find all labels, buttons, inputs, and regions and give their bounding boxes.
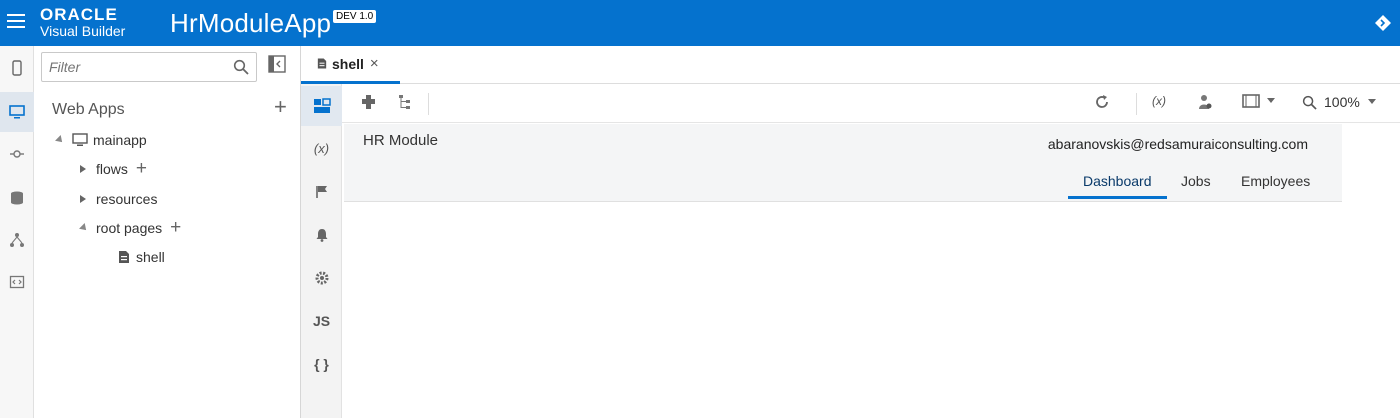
tree-item-mainapp[interactable]: mainapp [55,129,147,151]
close-icon[interactable]: × [370,55,379,72]
page-file-icon [119,251,129,263]
user-roles-icon[interactable] [1198,94,1212,110]
editor-side-toolbar: (x) JS { } [301,84,342,418]
mobile-apps-icon[interactable] [0,48,34,88]
variables-diagnostics-icon[interactable]: (x) [1152,94,1166,108]
tree-item-label: root pages [96,220,163,236]
processes-icon[interactable] [0,220,34,260]
refresh-icon[interactable] [1094,94,1110,110]
source-view-icon[interactable] [0,262,34,302]
chevron-down-icon [1367,99,1376,104]
visual-builder-label: Visual Builder [40,23,126,39]
toolbar-divider [1136,93,1137,115]
designer-toolbar: (x) 100% [342,84,1400,123]
filter-field[interactable] [41,52,257,82]
add-web-app-button[interactable]: + [274,96,287,118]
structure-icon[interactable] [398,94,412,110]
expand-caret-icon[interactable] [80,195,86,203]
tree-item-flows[interactable]: flows + [80,158,147,180]
tree-item-label: flows [96,161,128,177]
tree-item-label: resources [96,191,158,207]
settings-icon[interactable] [301,258,342,298]
screen-size-icon [1242,94,1260,108]
version-badge: DEV 1.0 [333,10,377,23]
selected-tab-indicator [1068,196,1167,199]
web-apps-navigator: Web Apps + mainapp flows + resources roo… [34,46,301,418]
collapse-panel-icon[interactable] [268,55,286,73]
javascript-tool[interactable]: JS [301,301,342,341]
tree-item-label: mainapp [93,132,147,148]
application-title: HrModuleApp [170,8,332,38]
zoom-icon [1302,95,1317,110]
oracle-logo: ORACLE [40,5,118,24]
app-header: ORACLE Visual Builder HrModuleApp DEV 1.… [0,0,1400,46]
section-title: Web Apps [52,101,125,118]
business-objects-icon[interactable] [0,178,34,218]
tree-item-label: shell [136,249,165,265]
preview-app-name: HR Module [363,132,439,149]
tree-item-resources[interactable]: resources [80,188,157,210]
page-designer-icon[interactable] [301,86,342,126]
variables-icon[interactable]: (x) [301,128,342,168]
preview-page-header: HR Module abaranovskis@redsamuraiconsult… [344,124,1342,202]
tab-dashboard[interactable]: Dashboard [1083,173,1152,189]
expand-caret-icon[interactable] [80,165,86,173]
search-icon[interactable] [233,59,249,75]
events-icon[interactable] [301,215,342,255]
tab-shell[interactable]: shell × [301,46,400,84]
design-canvas[interactable]: HR Module abaranovskis@redsamuraiconsult… [342,123,1400,418]
add-flow-button[interactable]: + [136,159,147,178]
tab-label: shell [332,55,364,72]
filter-input[interactable] [42,53,222,81]
json-tool[interactable]: { } [301,344,342,384]
chevron-down-icon [1267,98,1275,103]
monitor-icon [72,133,88,146]
tab-employees[interactable]: Employees [1241,173,1310,189]
tree-item-shell[interactable]: shell [118,246,165,268]
web-apps-icon[interactable] [0,92,34,132]
publish-icon[interactable] [1374,14,1392,32]
editor-tab-bar: shell × [301,46,1400,84]
tree-item-root-pages[interactable]: root pages + [79,217,181,239]
page-file-icon [317,58,327,69]
tab-jobs[interactable]: Jobs [1181,173,1211,189]
expand-caret-icon[interactable] [55,135,65,145]
zoom-selector[interactable]: 100% [1302,94,1377,110]
add-root-page-button[interactable]: + [170,218,181,237]
zoom-level: 100% [1324,94,1360,110]
screen-size-selector[interactable] [1242,94,1276,108]
actions-icon[interactable] [301,172,342,212]
menu-icon[interactable] [7,14,25,30]
expand-caret-icon[interactable] [79,223,89,233]
toolbar-divider [428,93,429,115]
components-icon[interactable] [360,94,377,111]
services-icon[interactable] [0,134,34,174]
preview-user-name[interactable]: abaranovskis@redsamuraiconsulting.com [1048,136,1308,152]
navigator-rail [0,46,34,418]
